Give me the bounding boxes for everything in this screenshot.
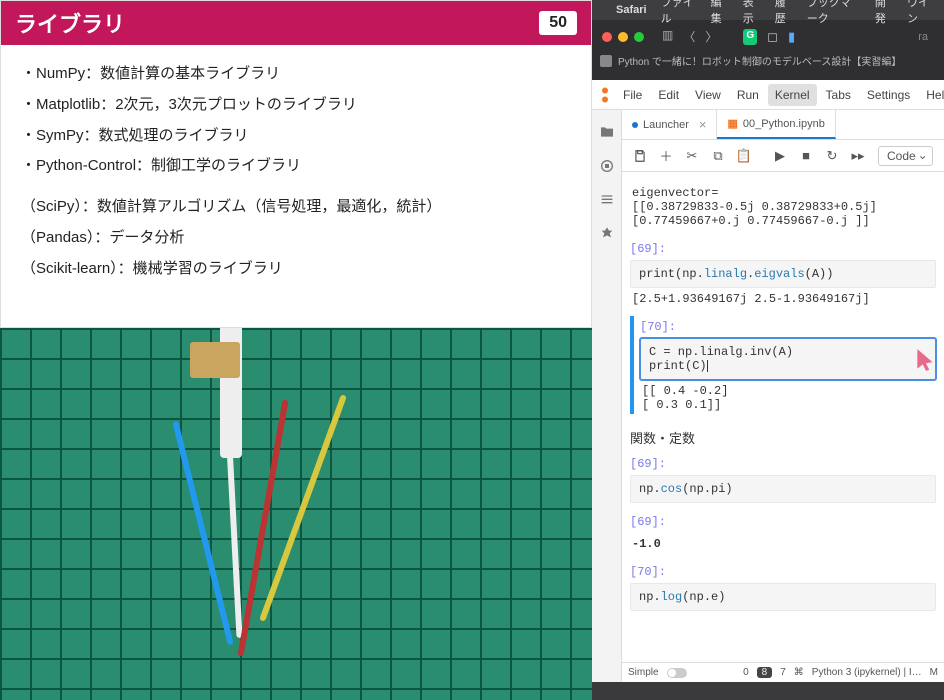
running-icon[interactable] — [599, 158, 615, 174]
status-tasks: 0 — [743, 667, 749, 678]
browser-chrome: ▥ 〈 〉 G ◻ ▮ ra Python で一緒に！ロボット制御のモデルベース… — [592, 20, 944, 80]
extension-notion-icon[interactable]: ◻ — [767, 29, 778, 45]
cutting-mat — [0, 328, 592, 700]
extension-grammarly-icon[interactable]: G — [743, 29, 757, 45]
tab-notebook[interactable]: ▦ 00_Python.ipynb — [717, 110, 835, 139]
code-cell[interactable]: print(np.linalg.eigvals(A)) — [630, 260, 936, 288]
jl-menu-view[interactable]: View — [688, 84, 728, 106]
cell-prompt: [70]: — [640, 316, 936, 338]
notebook-area[interactable]: eigenvector= [[0.38729833-0.5j 0.3872983… — [622, 172, 944, 662]
jl-menu-run[interactable]: Run — [730, 84, 766, 106]
extension-doc-icon[interactable]: ▮ — [788, 29, 795, 45]
insert-cell-button[interactable]: ＋ — [654, 144, 678, 168]
tab-title: Python で一緒に！ロボット制御のモデルベース設計【実習編】 — [618, 53, 901, 68]
stop-button[interactable]: ■ — [794, 144, 818, 168]
url-hint[interactable]: ra — [918, 31, 934, 43]
window-minimize[interactable] — [618, 32, 628, 42]
tab-close-icon[interactable]: × — [699, 117, 707, 132]
menu-item[interactable]: 表示 — [743, 0, 761, 26]
slide-item: ・SymPy：数式処理のライブラリ — [21, 121, 571, 152]
cut-button[interactable]: ✂ — [680, 144, 704, 168]
browser-tab[interactable]: Python で一緒に！ロボット制御のモデルベース設計【実習編】 — [592, 49, 944, 72]
markdown-cell[interactable]: 関数・定数 — [630, 422, 936, 449]
slide-item: ・NumPy：数値計算の基本ライブラリ — [21, 59, 571, 90]
jl-toolbar: ＋ ✂ ⧉ 📋 ▶ ■ ↻ ▸▸ Code — [622, 140, 944, 172]
jl-menu-edit[interactable]: Edit — [651, 84, 686, 106]
slide-header: ライブラリ 50 — [1, 1, 591, 45]
jl-statusbar: Simple 0 8 7 ⌘ Python 3 (ipykernel) | I…… — [622, 662, 944, 682]
sidebar-toggle-icon[interactable]: ▥ — [662, 28, 673, 45]
folder-icon[interactable] — [599, 124, 615, 140]
menu-app[interactable]: Safari — [616, 4, 647, 16]
window-zoom[interactable] — [634, 32, 644, 42]
cell-prompt: [69]: — [630, 511, 936, 533]
code-cell[interactable]: np.log(np.e) — [630, 583, 936, 611]
jl-menu-help[interactable]: Hel — [919, 84, 944, 106]
status-tab-count: 7 — [780, 667, 786, 678]
tab-launcher[interactable]: Launcher × — [622, 110, 717, 139]
mac-menubar: Safari ファイル 編集 表示 履歴 ブックマーク 開発 ウイン — [592, 0, 944, 20]
run-button[interactable]: ▶ — [768, 144, 792, 168]
code-cell-selected[interactable]: C = np.linalg.inv(A) print(C) — [640, 338, 936, 380]
tab-label: 00_Python.ipynb — [743, 118, 825, 130]
menu-item[interactable]: ブックマーク — [807, 0, 861, 26]
jl-menu-settings[interactable]: Settings — [860, 84, 917, 106]
menu-item[interactable]: ファイル — [661, 0, 697, 26]
save-button[interactable] — [628, 144, 652, 168]
cell-output: eigenvector= [[0.38729833-0.5j 0.3872983… — [630, 182, 936, 230]
nav-back-icon[interactable]: 〈 — [683, 28, 695, 45]
menu-item[interactable]: 履歴 — [775, 0, 793, 26]
slide-page-number: 50 — [539, 11, 577, 35]
status-mem: 8 — [757, 667, 773, 678]
status-kernel[interactable]: Python 3 (ipykernel) | I… — [812, 667, 922, 678]
favicon-icon — [600, 55, 612, 67]
code-cell[interactable]: np.cos(np.pi) — [630, 475, 936, 503]
jl-menu-tabs[interactable]: Tabs — [819, 84, 858, 106]
restart-button[interactable]: ↻ — [820, 144, 844, 168]
slide-item: ・Python-Control：制御工学のライブラリ — [21, 151, 571, 182]
window-close[interactable] — [602, 32, 612, 42]
slide-extra: （Pandas）：データ分析 — [21, 223, 571, 254]
copy-button[interactable]: ⧉ — [706, 144, 730, 168]
cell-prompt: [69]: — [630, 453, 936, 475]
jupyterlab: File Edit View Run Kernel Tabs Settings … — [592, 80, 944, 682]
slide-title: ライブラリ — [15, 7, 125, 39]
run-all-button[interactable]: ▸▸ — [846, 144, 870, 168]
tab-label: Launcher — [643, 119, 689, 131]
extensions-icon[interactable] — [599, 226, 615, 242]
hardware-photo: Motor Control with Python naso — [0, 328, 592, 700]
slide-card: ライブラリ 50 ・NumPy：数値計算の基本ライブラリ ・Matplotlib… — [0, 0, 592, 328]
jl-menu-file[interactable]: File — [616, 84, 649, 106]
slide-body: ・NumPy：数値計算の基本ライブラリ ・Matplotlib：2次元，3次元プ… — [1, 45, 591, 298]
status-simple[interactable]: Simple — [628, 667, 659, 678]
jl-tabstrip: Launcher × ▦ 00_Python.ipynb — [622, 110, 944, 140]
cell-prompt: [70]: — [630, 561, 936, 583]
jl-menu-kernel[interactable]: Kernel — [768, 84, 817, 106]
menu-item[interactable]: 編集 — [711, 0, 729, 26]
cell-type-select[interactable]: Code — [878, 146, 933, 166]
menu-item[interactable]: 開発 — [875, 0, 893, 26]
nav-forward-icon[interactable]: 〉 — [705, 28, 717, 45]
terminal-icon[interactable]: ⌘ — [794, 667, 804, 678]
toc-icon[interactable] — [599, 192, 615, 208]
jl-activity-bar — [592, 110, 622, 682]
notebook-icon: ▦ — [727, 117, 737, 130]
cell-output: [2.5+1.93649167j 2.5-1.93649167j] — [630, 288, 936, 308]
slide-extra: （SciPy）：数値計算アルゴリズム（信号処理，最適化，統計） — [21, 192, 571, 223]
paste-button[interactable]: 📋 — [732, 144, 756, 168]
status-mode: M — [930, 667, 938, 678]
slide-extra: （Scikit-learn）：機械学習のライブラリ — [21, 254, 571, 285]
slide-item: ・Matplotlib：2次元，3次元プロットのライブラリ — [21, 90, 571, 121]
cell-prompt: [69]: — [630, 238, 936, 260]
simple-toggle[interactable] — [667, 668, 687, 678]
cell-output: [[ 0.4 -0.2] [ 0.3 0.1]] — [640, 380, 936, 414]
menu-item[interactable]: ウイン — [907, 0, 934, 26]
launcher-icon — [632, 122, 638, 128]
cell-output: -1.0 — [630, 533, 936, 553]
jl-menubar: File Edit View Run Kernel Tabs Settings … — [592, 80, 944, 110]
jupyter-logo-icon[interactable] — [596, 84, 614, 106]
